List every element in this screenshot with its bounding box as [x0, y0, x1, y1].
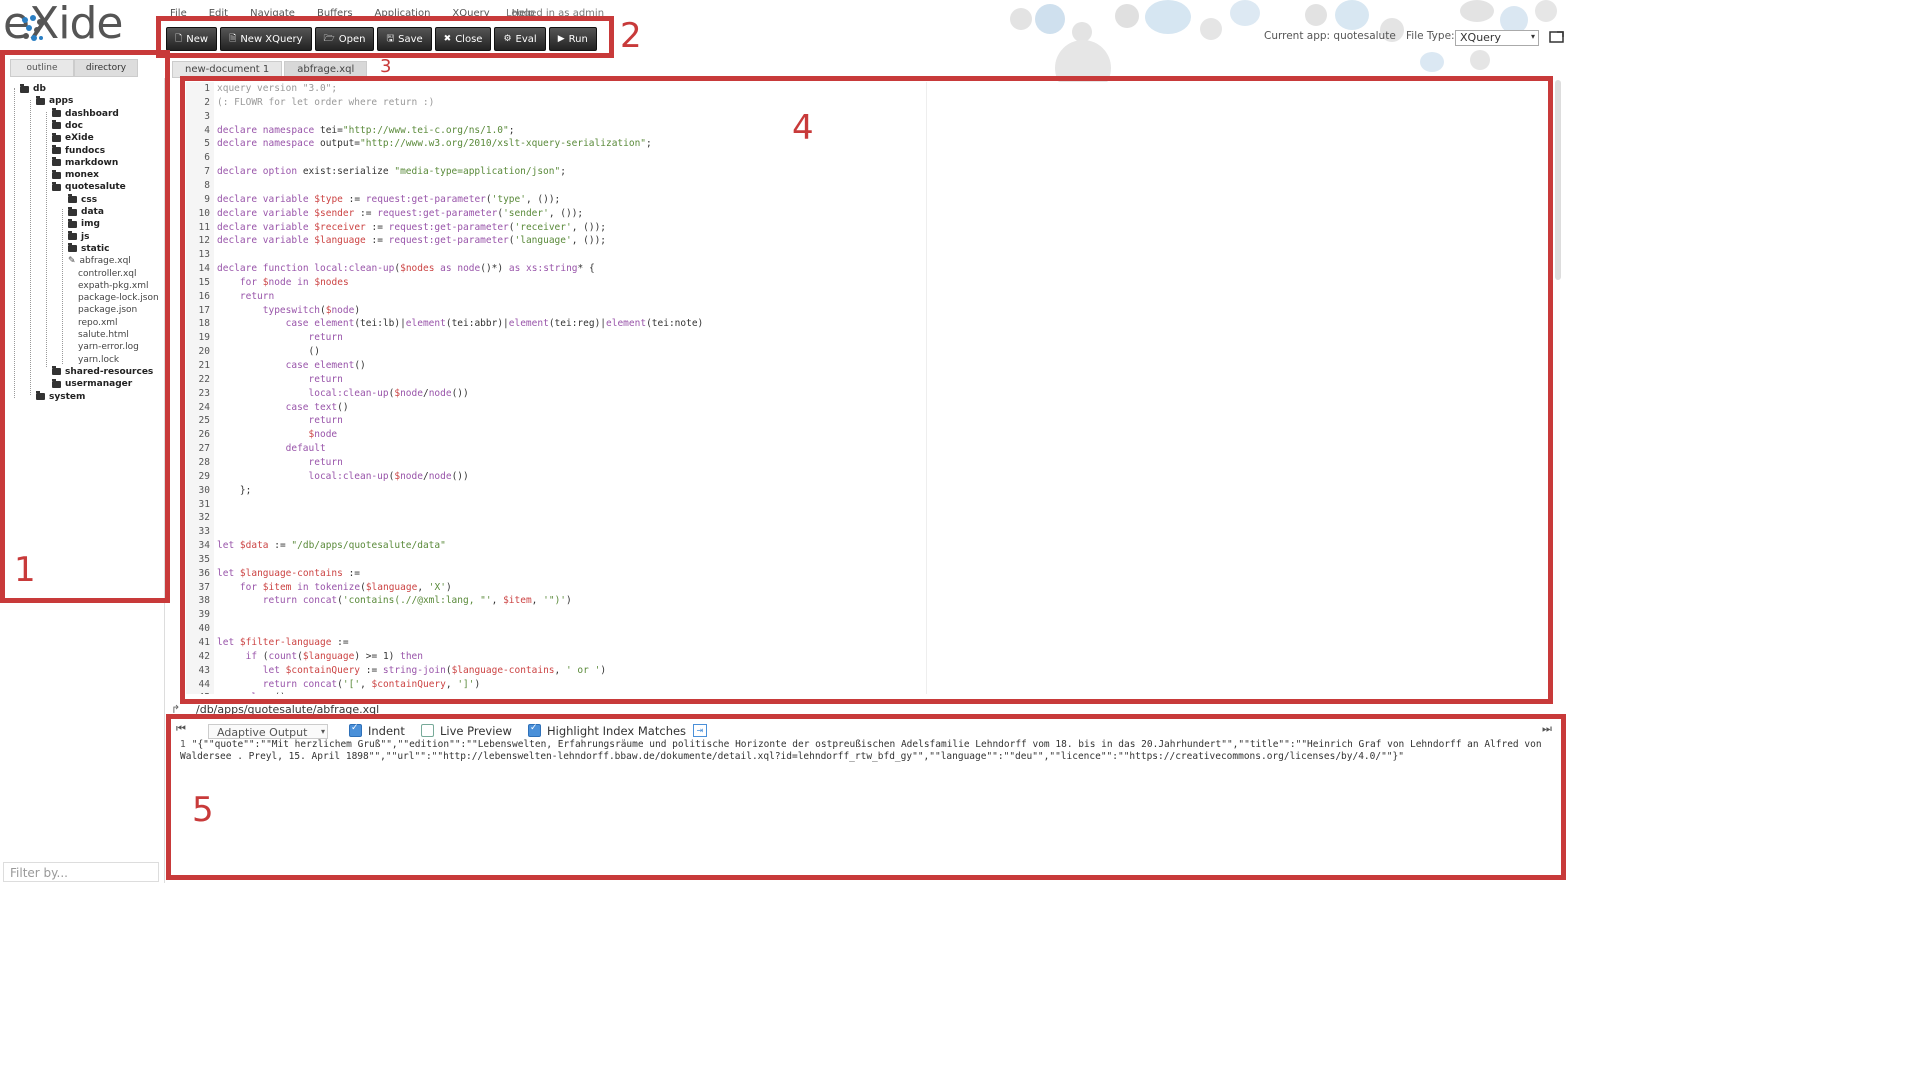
annotation-label-3: 3: [380, 56, 392, 77]
file-type-label: File Type:: [1406, 30, 1455, 42]
annotation-box-5: [166, 714, 1566, 880]
annotation-label-4: 4: [792, 108, 814, 148]
chevron-down-icon: ▾: [1530, 32, 1535, 41]
current-app-label: Current app: quotesalute: [1264, 30, 1396, 42]
fullscreen-icon[interactable]: [1549, 30, 1565, 44]
annotation-label-1: 1: [14, 550, 36, 590]
annotation-label-5: 5: [192, 790, 214, 830]
file-type-value: XQuery: [1460, 31, 1501, 44]
annotation-box-1: [0, 50, 170, 603]
exide-logo: eXide: [3, 0, 123, 49]
filter-input[interactable]: Filter by...: [3, 862, 159, 882]
annotation-label-2: 2: [620, 16, 642, 56]
logo-dots: [22, 15, 43, 41]
file-type-select[interactable]: XQuery ▾: [1455, 30, 1539, 46]
annotation-box-4: [180, 76, 1553, 704]
editor-scrollbar[interactable]: [1555, 80, 1561, 280]
annotation-box-2: [156, 16, 614, 58]
